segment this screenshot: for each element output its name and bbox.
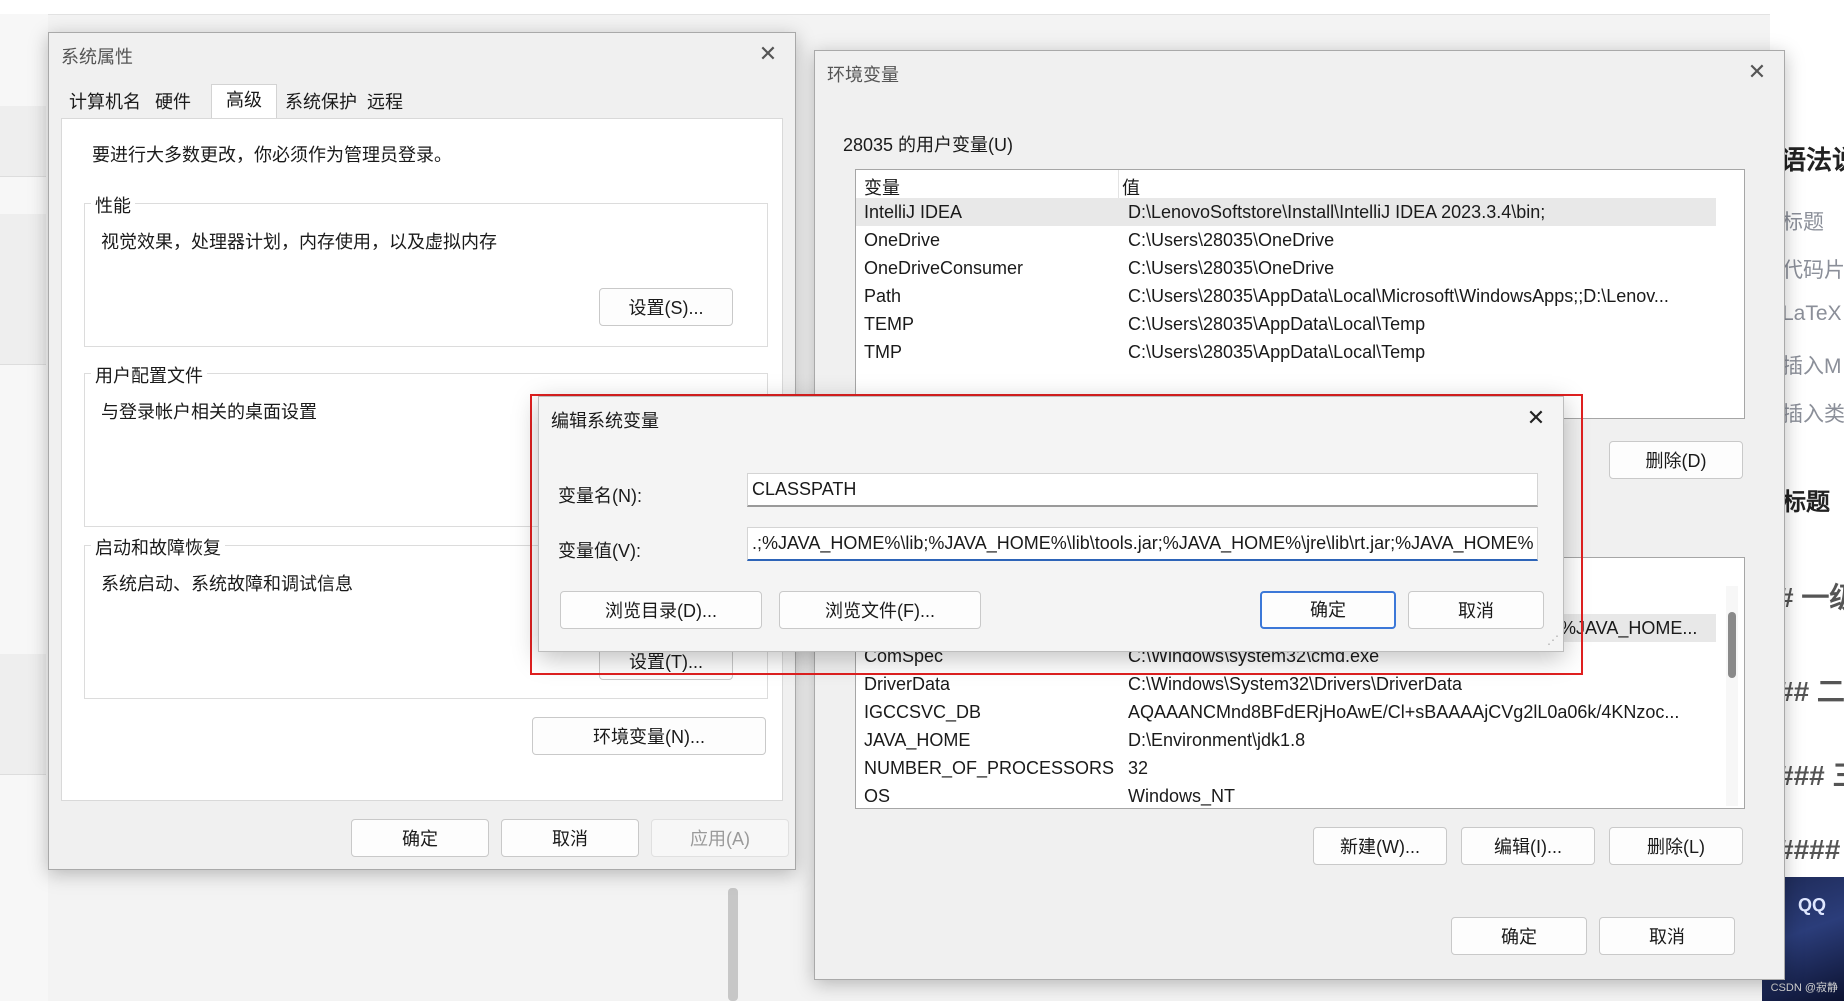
edit-system-variable-dialog: 编辑系统变量 ✕ 变量名(N): 变量值(V): 浏览目录(D)... 浏览文件… (538, 396, 1564, 652)
ok-button[interactable]: 确定 (1451, 917, 1587, 955)
startup-recovery-title: 启动和故障恢复 (91, 534, 225, 560)
user-delete-button[interactable]: 删除(D) (1609, 441, 1743, 479)
user-profiles-desc: 与登录帐户相关的桌面设置 (101, 402, 317, 422)
variable-value: AQAAANCMnd8BFdERjHoAwE/Cl+sBAAAAjCVg2lL0… (1128, 702, 1680, 722)
table-row[interactable]: OneDrive C:\Users\28035\OneDrive (856, 226, 1716, 254)
sidebar-item-insert-class[interactable]: 插入类 (1782, 398, 1844, 428)
dialog-title: 编辑系统变量 (551, 411, 659, 431)
variable-name: JAVA_HOME (864, 730, 971, 750)
tab-computer-name[interactable]: 计算机名 (63, 87, 147, 117)
user-variables-group-title: 28035 的用户变量(U) (843, 135, 1014, 155)
table-row[interactable]: IntelliJ IDEA D:\LenovoSoftstore\Install… (856, 198, 1716, 226)
tab-remote[interactable]: 远程 (361, 87, 409, 117)
close-icon[interactable]: ✕ (755, 41, 781, 67)
variable-value: D:\LenovoSoftstore\Install\IntelliJ IDEA… (1128, 202, 1546, 222)
background-scrollbar[interactable] (728, 888, 738, 1001)
variable-value: Windows_NT (1128, 786, 1236, 806)
user-variables-list[interactable]: 变量 值 IntelliJ IDEA D:\LenovoSoftstore\In… (855, 169, 1745, 419)
tab-system-protection[interactable]: 系统保护 (279, 87, 363, 117)
sidebar-section-heading: 标题 (1782, 489, 1830, 516)
variable-value: C:\Users\28035\AppData\Local\Temp (1128, 342, 1426, 362)
table-row[interactable]: JAVA_HOME D:\Environment\jdk1.8 (856, 726, 1716, 754)
variable-name: IGCCSVC_DB (864, 702, 982, 722)
variable-name-label: 变量名(N): (558, 486, 642, 506)
variable-name: IntelliJ IDEA (864, 202, 963, 222)
variable-name: OneDriveConsumer (864, 258, 1024, 278)
variable-value-label: 变量值(V): (558, 541, 641, 561)
cancel-button[interactable]: 取消 (1408, 591, 1544, 629)
list-header: 变量 值 (856, 170, 1744, 198)
table-row[interactable]: OS Windows_NT (856, 782, 1716, 808)
performance-title: 性能 (91, 192, 135, 218)
variable-value: 32 (1128, 758, 1149, 778)
sidebar-item-code[interactable]: 代码片 (1782, 254, 1844, 284)
browse-file-button[interactable]: 浏览文件(F)... (779, 591, 981, 629)
variable-name: TMP (864, 342, 902, 362)
variable-value: C:\Users\28035\OneDrive (1128, 258, 1335, 278)
system-list-scrollbar[interactable] (1726, 586, 1738, 806)
heading-sample-h2: ## 二 (1778, 676, 1844, 707)
admin-note: 要进行大多数更改，你必须作为管理员登录。 (92, 145, 452, 165)
resize-grip-icon[interactable]: ⋰ (1547, 633, 1559, 647)
variable-name-field[interactable] (747, 473, 1538, 507)
table-row[interactable]: IGCCSVC_DB AQAAANCMnd8BFdERjHoAwE/Cl+sBA… (856, 698, 1716, 726)
window-title: 系统属性 (61, 47, 133, 67)
cancel-button[interactable]: 取消 (1599, 917, 1735, 955)
variable-name: TEMP (864, 314, 915, 334)
column-header-value[interactable]: 值 (1122, 174, 1140, 200)
scrollbar-thumb[interactable] (1728, 612, 1736, 678)
variable-value: C:\Users\28035\AppData\Local\Temp (1128, 314, 1426, 334)
performance-group: 性能 视觉效果，处理器计划，内存使用，以及虚拟内存 设置(S)... (84, 192, 768, 347)
heading-sample-h1: # 一级 (1778, 582, 1844, 613)
heading-sample-h3: ### 三 (1778, 760, 1844, 791)
performance-desc: 视觉效果，处理器计划，内存使用，以及虚拟内存 (101, 232, 497, 252)
sidebar-heading-syntax: 语法说 (1780, 145, 1844, 175)
cancel-button[interactable]: 取消 (501, 819, 639, 857)
table-row[interactable]: NUMBER_OF_PROCESSORS 32 (856, 754, 1716, 782)
environment-variables-button[interactable]: 环境变量(N)... (532, 717, 766, 755)
background-snippet (0, 106, 46, 177)
table-row[interactable]: Path C:\Users\28035\AppData\Local\Micros… (856, 282, 1716, 310)
variable-value-field[interactable] (747, 527, 1538, 561)
column-header-variable[interactable]: 变量 (864, 174, 900, 200)
close-icon[interactable]: ✕ (1523, 405, 1549, 431)
system-edit-button[interactable]: 编辑(I)... (1461, 827, 1595, 865)
browse-directory-button[interactable]: 浏览目录(D)... (560, 591, 762, 629)
ok-button[interactable]: 确定 (1260, 591, 1396, 629)
variable-name: NUMBER_OF_PROCESSORS (864, 758, 1115, 778)
background-app-topbar (0, 0, 1844, 15)
close-icon[interactable]: ✕ (1744, 59, 1770, 85)
variable-value: C:\Users\28035\OneDrive (1128, 230, 1335, 250)
tab-hardware[interactable]: 硬件 (149, 87, 197, 117)
variable-name: OS (864, 786, 891, 806)
variable-name: Path (864, 286, 902, 306)
startup-recovery-desc: 系统启动、系统故障和调试信息 (101, 574, 353, 594)
table-row[interactable]: TMP C:\Users\28035\AppData\Local\Temp (856, 338, 1716, 366)
background-app-left-column (0, 14, 48, 1001)
table-row[interactable]: OneDriveConsumer C:\Users\28035\OneDrive (856, 254, 1716, 282)
system-delete-button[interactable]: 删除(L) (1609, 827, 1743, 865)
variable-value: C:\Users\28035\AppData\Local\Microsoft\W… (1128, 286, 1669, 306)
heading-sample-h4: #### (1778, 834, 1841, 865)
background-snippet (0, 654, 46, 775)
window-title: 环境变量 (827, 65, 899, 85)
user-profiles-title: 用户配置文件 (91, 362, 207, 388)
performance-settings-button[interactable]: 设置(S)... (599, 288, 733, 326)
variable-value: D:\Environment\jdk1.8 (1128, 730, 1306, 750)
watermark: CSDN @寂静 (1770, 982, 1838, 994)
sidebar-item-insert-m[interactable]: 插入M (1782, 350, 1842, 380)
qq-icon: QQ (1798, 895, 1827, 915)
background-snippet (0, 214, 46, 365)
sidebar-item-latex[interactable]: LaTeX (1782, 302, 1842, 326)
system-new-button[interactable]: 新建(W)... (1313, 827, 1447, 865)
column-divider[interactable] (1118, 170, 1119, 198)
ok-button[interactable]: 确定 (351, 819, 489, 857)
table-row[interactable]: TEMP C:\Users\28035\AppData\Local\Temp (856, 310, 1716, 338)
apply-button[interactable]: 应用(A) (651, 819, 789, 857)
variable-name: OneDrive (864, 230, 941, 250)
sidebar-item-title[interactable]: 标题 (1782, 206, 1824, 236)
tab-advanced[interactable]: 高级 (211, 84, 277, 119)
